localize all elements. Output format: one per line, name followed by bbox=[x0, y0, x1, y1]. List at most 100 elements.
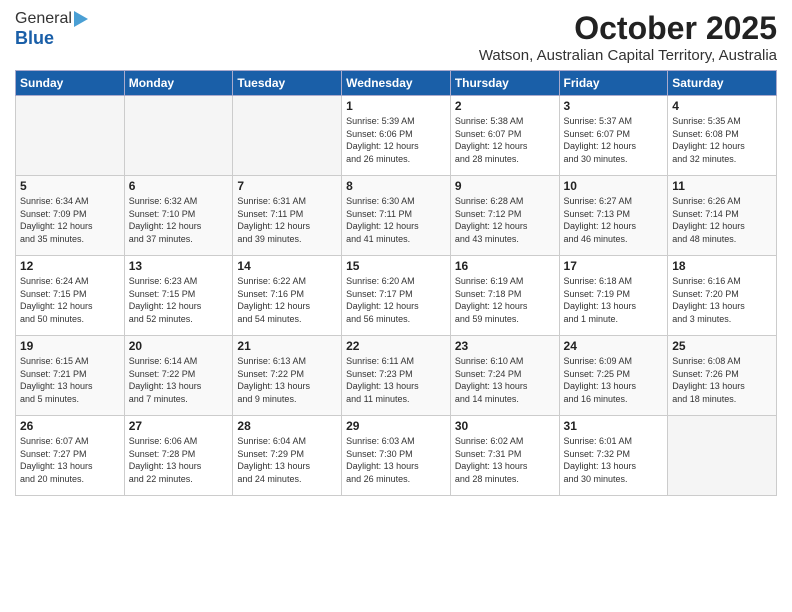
calendar-week-row: 19 Sunrise: 6:15 AM Sunset: 7:21 PM Dayli… bbox=[16, 336, 777, 416]
day-info: Sunrise: 6:23 AM Sunset: 7:15 PM Dayligh… bbox=[129, 275, 229, 325]
month-title: October 2025 bbox=[479, 10, 777, 47]
calendar-cell: 29 Sunrise: 6:03 AM Sunset: 7:30 PM Dayli… bbox=[342, 416, 451, 496]
day-number: 12 bbox=[20, 259, 120, 273]
day-number: 13 bbox=[129, 259, 229, 273]
day-info: Sunrise: 6:31 AM Sunset: 7:11 PM Dayligh… bbox=[237, 195, 337, 245]
calendar-cell: 28 Sunrise: 6:04 AM Sunset: 7:29 PM Dayli… bbox=[233, 416, 342, 496]
day-number: 20 bbox=[129, 339, 229, 353]
calendar-cell: 8 Sunrise: 6:30 AM Sunset: 7:11 PM Daylig… bbox=[342, 176, 451, 256]
calendar-week-row: 12 Sunrise: 6:24 AM Sunset: 7:15 PM Dayli… bbox=[16, 256, 777, 336]
day-info: Sunrise: 6:28 AM Sunset: 7:12 PM Dayligh… bbox=[455, 195, 555, 245]
day-number: 14 bbox=[237, 259, 337, 273]
day-info: Sunrise: 6:03 AM Sunset: 7:30 PM Dayligh… bbox=[346, 435, 446, 485]
day-info: Sunrise: 6:27 AM Sunset: 7:13 PM Dayligh… bbox=[564, 195, 664, 245]
logo-arrow-icon bbox=[74, 11, 88, 27]
day-number: 28 bbox=[237, 419, 337, 433]
calendar-cell: 27 Sunrise: 6:06 AM Sunset: 7:28 PM Dayli… bbox=[124, 416, 233, 496]
weekday-header-wednesday: Wednesday bbox=[342, 71, 451, 96]
day-number: 15 bbox=[346, 259, 446, 273]
calendar-cell: 4 Sunrise: 5:35 AM Sunset: 6:08 PM Daylig… bbox=[668, 96, 777, 176]
day-number: 8 bbox=[346, 179, 446, 193]
calendar-week-row: 1 Sunrise: 5:39 AM Sunset: 6:06 PM Daylig… bbox=[16, 96, 777, 176]
day-info: Sunrise: 6:04 AM Sunset: 7:29 PM Dayligh… bbox=[237, 435, 337, 485]
day-number: 7 bbox=[237, 179, 337, 193]
calendar-cell: 14Sunrise: 6:22 AM Sunset: 7:16 PM Dayli… bbox=[233, 256, 342, 336]
day-number: 29 bbox=[346, 419, 446, 433]
day-info: Sunrise: 6:15 AM Sunset: 7:21 PM Dayligh… bbox=[20, 355, 120, 405]
day-info: Sunrise: 6:24 AM Sunset: 7:15 PM Dayligh… bbox=[20, 275, 120, 325]
day-number: 3 bbox=[564, 99, 664, 113]
calendar-cell: 19 Sunrise: 6:15 AM Sunset: 7:21 PM Dayli… bbox=[16, 336, 125, 416]
weekday-header-monday: Monday bbox=[124, 71, 233, 96]
day-info: Sunrise: 5:35 AM Sunset: 6:08 PM Dayligh… bbox=[672, 115, 772, 165]
weekday-header-row: SundayMondayTuesdayWednesdayThursdayFrid… bbox=[16, 71, 777, 96]
logo-blue-text: Blue bbox=[15, 28, 54, 49]
day-info: Sunrise: 6:18 AM Sunset: 7:19 PM Dayligh… bbox=[564, 275, 664, 325]
day-number: 1 bbox=[346, 99, 446, 113]
day-number: 25 bbox=[672, 339, 772, 353]
day-info: Sunrise: 6:10 AM Sunset: 7:24 PM Dayligh… bbox=[455, 355, 555, 405]
day-info: Sunrise: 5:37 AM Sunset: 6:07 PM Dayligh… bbox=[564, 115, 664, 165]
day-info: Sunrise: 6:11 AM Sunset: 7:23 PM Dayligh… bbox=[346, 355, 446, 405]
calendar-cell: 12 Sunrise: 6:24 AM Sunset: 7:15 PM Dayli… bbox=[16, 256, 125, 336]
calendar-cell: 31 Sunrise: 6:01 AM Sunset: 7:32 PM Dayli… bbox=[559, 416, 668, 496]
calendar-cell: 10 Sunrise: 6:27 AM Sunset: 7:13 PM Dayli… bbox=[559, 176, 668, 256]
calendar-cell: 18 Sunrise: 6:16 AM Sunset: 7:20 PM Dayli… bbox=[668, 256, 777, 336]
day-info: Sunrise: 6:16 AM Sunset: 7:20 PM Dayligh… bbox=[672, 275, 772, 325]
calendar-cell: 21Sunrise: 6:13 AM Sunset: 7:22 PM Dayli… bbox=[233, 336, 342, 416]
day-info: Sunrise: 6:02 AM Sunset: 7:31 PM Dayligh… bbox=[455, 435, 555, 485]
calendar-cell: 23 Sunrise: 6:10 AM Sunset: 7:24 PM Dayli… bbox=[450, 336, 559, 416]
day-number: 30 bbox=[455, 419, 555, 433]
calendar-table: SundayMondayTuesdayWednesdayThursdayFrid… bbox=[15, 70, 777, 496]
logo: General Blue bbox=[15, 10, 88, 49]
calendar-cell: 6 Sunrise: 6:32 AM Sunset: 7:10 PM Daylig… bbox=[124, 176, 233, 256]
calendar-cell: 5 Sunrise: 6:34 AM Sunset: 7:09 PM Daylig… bbox=[16, 176, 125, 256]
location-title: Watson, Australian Capital Territory, Au… bbox=[479, 47, 777, 64]
day-number: 5 bbox=[20, 179, 120, 193]
calendar-cell: 22 Sunrise: 6:11 AM Sunset: 7:23 PM Dayli… bbox=[342, 336, 451, 416]
day-info: Sunrise: 6:13 AM Sunset: 7:22 PM Dayligh… bbox=[237, 355, 337, 405]
day-info: Sunrise: 6:01 AM Sunset: 7:32 PM Dayligh… bbox=[564, 435, 664, 485]
calendar-cell: 2Sunrise: 5:38 AM Sunset: 6:07 PM Daylig… bbox=[450, 96, 559, 176]
day-number: 22 bbox=[346, 339, 446, 353]
day-info: Sunrise: 6:07 AM Sunset: 7:27 PM Dayligh… bbox=[20, 435, 120, 485]
weekday-header-tuesday: Tuesday bbox=[233, 71, 342, 96]
day-number: 27 bbox=[129, 419, 229, 433]
day-info: Sunrise: 6:26 AM Sunset: 7:14 PM Dayligh… bbox=[672, 195, 772, 245]
day-number: 31 bbox=[564, 419, 664, 433]
calendar-cell bbox=[233, 96, 342, 176]
day-number: 24 bbox=[564, 339, 664, 353]
title-block: October 2025 Watson, Australian Capital … bbox=[479, 10, 777, 64]
calendar-cell: 26 Sunrise: 6:07 AM Sunset: 7:27 PM Dayli… bbox=[16, 416, 125, 496]
calendar-cell bbox=[668, 416, 777, 496]
day-number: 4 bbox=[672, 99, 772, 113]
calendar-cell: 13 Sunrise: 6:23 AM Sunset: 7:15 PM Dayli… bbox=[124, 256, 233, 336]
day-info: Sunrise: 5:39 AM Sunset: 6:06 PM Dayligh… bbox=[346, 115, 446, 165]
day-number: 19 bbox=[20, 339, 120, 353]
day-number: 26 bbox=[20, 419, 120, 433]
calendar-cell: 17Sunrise: 6:18 AM Sunset: 7:19 PM Dayli… bbox=[559, 256, 668, 336]
day-number: 2 bbox=[455, 99, 555, 113]
calendar-cell bbox=[124, 96, 233, 176]
calendar-cell: 1 Sunrise: 5:39 AM Sunset: 6:06 PM Daylig… bbox=[342, 96, 451, 176]
day-info: Sunrise: 6:14 AM Sunset: 7:22 PM Dayligh… bbox=[129, 355, 229, 405]
calendar-cell bbox=[16, 96, 125, 176]
day-info: Sunrise: 6:06 AM Sunset: 7:28 PM Dayligh… bbox=[129, 435, 229, 485]
weekday-header-saturday: Saturday bbox=[668, 71, 777, 96]
day-number: 11 bbox=[672, 179, 772, 193]
day-number: 6 bbox=[129, 179, 229, 193]
day-number: 10 bbox=[564, 179, 664, 193]
day-number: 16 bbox=[455, 259, 555, 273]
weekday-header-friday: Friday bbox=[559, 71, 668, 96]
calendar-cell: 11 Sunrise: 6:26 AM Sunset: 7:14 PM Dayli… bbox=[668, 176, 777, 256]
day-number: 18 bbox=[672, 259, 772, 273]
day-info: Sunrise: 6:30 AM Sunset: 7:11 PM Dayligh… bbox=[346, 195, 446, 245]
day-info: Sunrise: 6:34 AM Sunset: 7:09 PM Dayligh… bbox=[20, 195, 120, 245]
day-info: Sunrise: 6:19 AM Sunset: 7:18 PM Dayligh… bbox=[455, 275, 555, 325]
calendar-cell: 30 Sunrise: 6:02 AM Sunset: 7:31 PM Dayli… bbox=[450, 416, 559, 496]
day-info: Sunrise: 6:32 AM Sunset: 7:10 PM Dayligh… bbox=[129, 195, 229, 245]
weekday-header-thursday: Thursday bbox=[450, 71, 559, 96]
day-number: 23 bbox=[455, 339, 555, 353]
calendar-cell: 3 Sunrise: 5:37 AM Sunset: 6:07 PM Daylig… bbox=[559, 96, 668, 176]
calendar-cell: 9Sunrise: 6:28 AM Sunset: 7:12 PM Daylig… bbox=[450, 176, 559, 256]
